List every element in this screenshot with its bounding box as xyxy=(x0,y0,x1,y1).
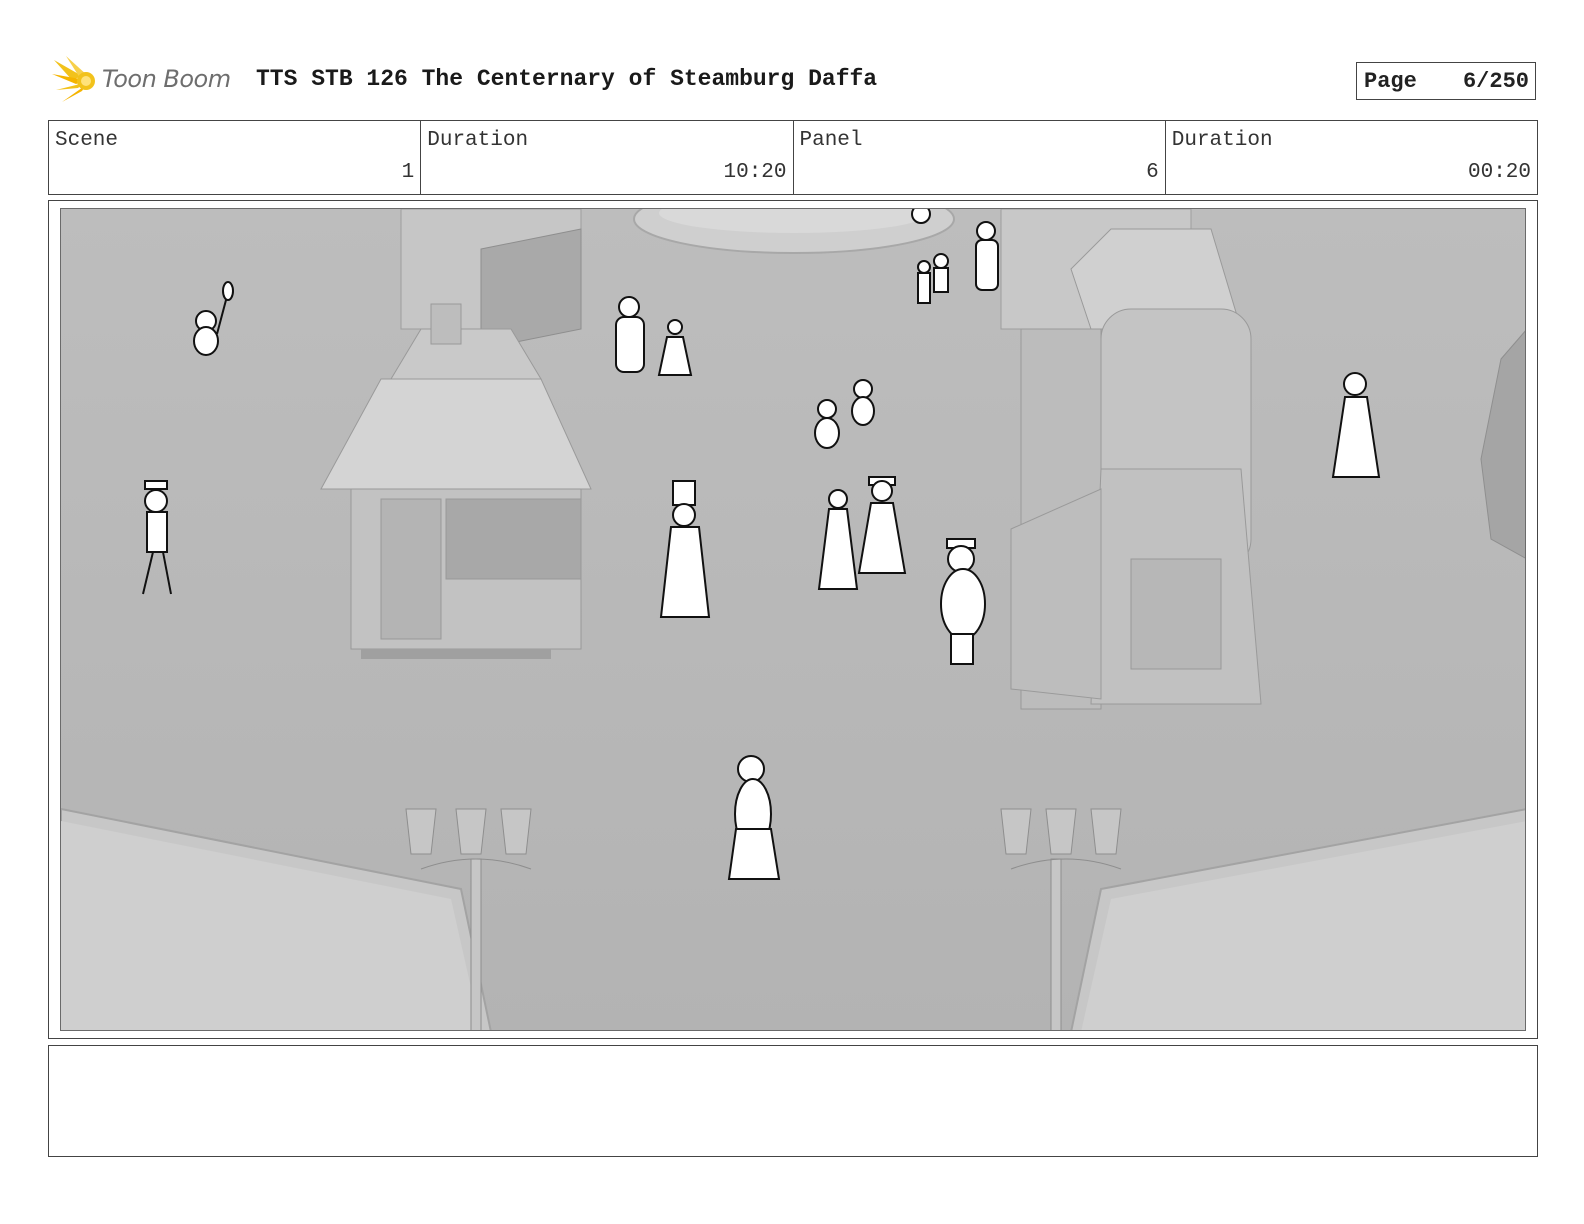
storyboard-panel-image xyxy=(60,208,1526,1031)
scene-label: Scene xyxy=(55,129,119,152)
scene-value: 1 xyxy=(401,161,415,184)
street-scene-illustration xyxy=(61,209,1525,1030)
document-title: TTS STB 126 The Centernary of Steamburg … xyxy=(256,66,878,92)
scene-duration-label: Duration xyxy=(427,129,529,152)
sparkle-icon xyxy=(52,56,95,102)
page-number: 6/250 xyxy=(1462,69,1529,94)
panel-label: Panel xyxy=(799,129,863,152)
panel-value: 6 xyxy=(1146,161,1159,184)
toon-boom-logo: Toon Boom xyxy=(52,56,242,106)
page-indicator: Page 6/250 xyxy=(1356,62,1536,100)
panel-duration-value: 00:20 xyxy=(1467,161,1531,184)
panel-notes-box[interactable] xyxy=(48,1045,1538,1157)
scene-duration-value: 10:20 xyxy=(723,161,787,184)
scene-cell: Scene 1 xyxy=(49,121,422,194)
right-kiosk xyxy=(1000,209,1262,710)
panel-cell: Panel 6 xyxy=(794,121,1166,194)
scene-duration-cell: Duration 10:20 xyxy=(421,121,794,194)
page-label: Page xyxy=(1364,69,1417,94)
panel-info-table: Scene 1 Duration 10:20 Panel 6 Duration … xyxy=(48,120,1538,195)
panel-duration-label: Duration xyxy=(1171,129,1273,152)
panel-duration-cell: Duration 00:20 xyxy=(1166,121,1537,194)
logo-text: Toon Boom xyxy=(102,65,231,93)
